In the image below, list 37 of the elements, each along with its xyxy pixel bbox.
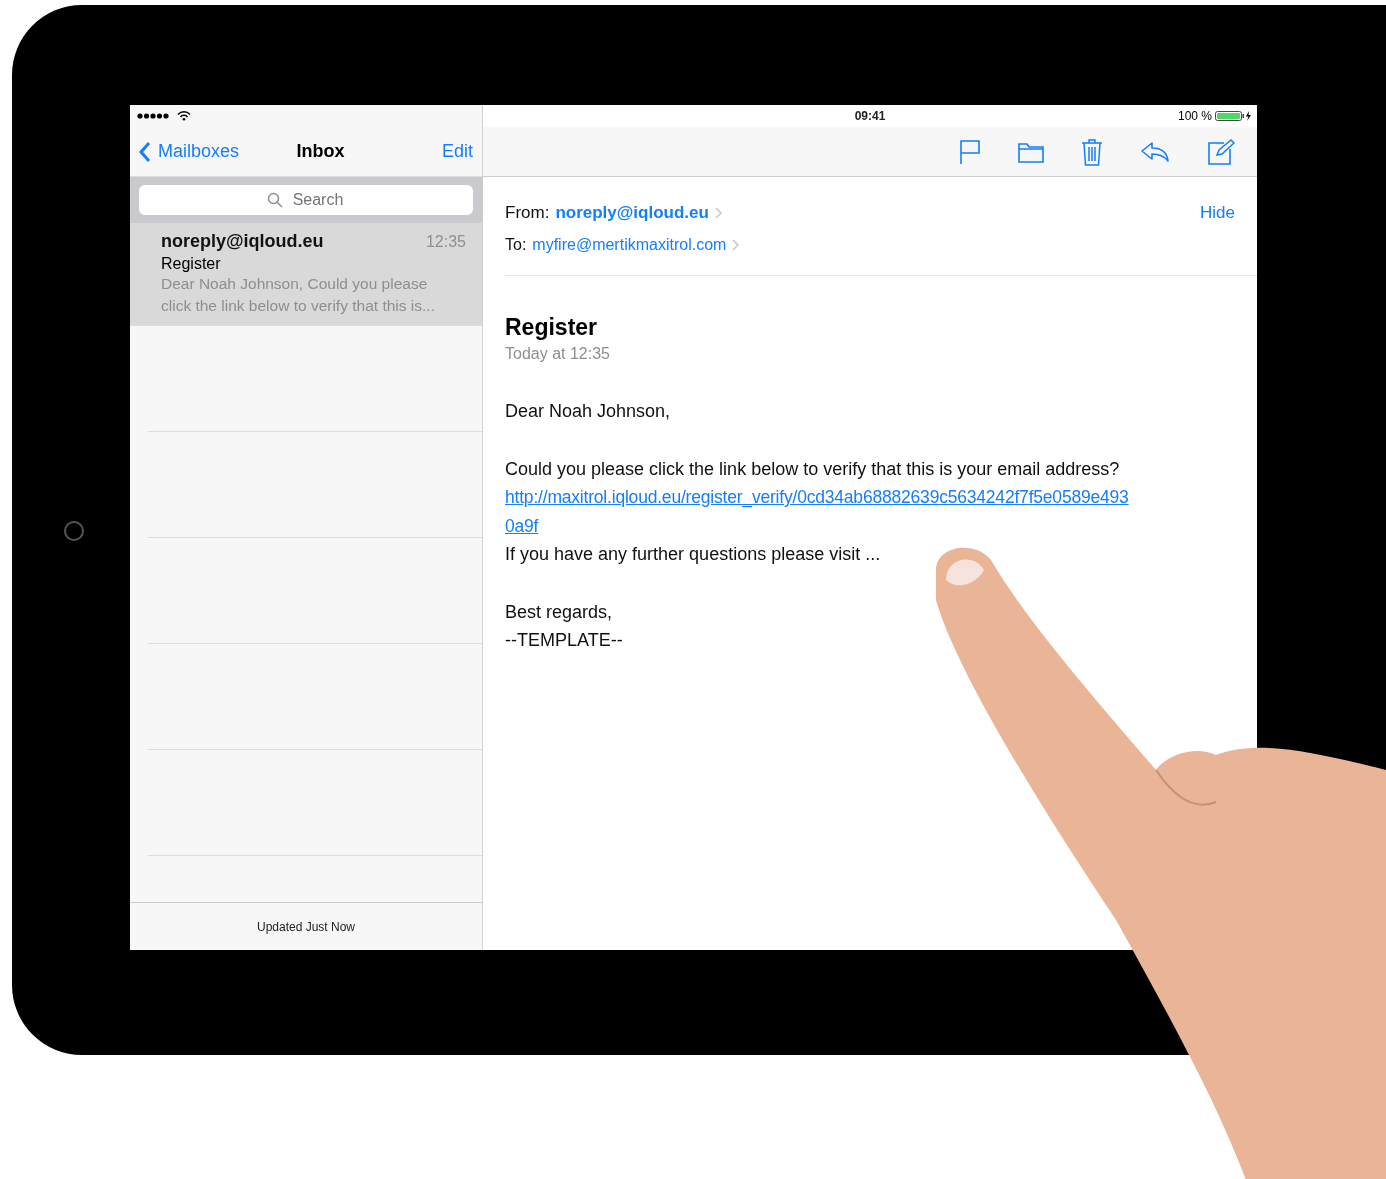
folder-icon[interactable] bbox=[1018, 140, 1044, 163]
message-preview: Dear Noah Johnson, Could you please click the link below to verify that this is... bbox=[161, 274, 436, 316]
body-text: --TEMPLATE-- bbox=[505, 629, 624, 652]
flag-icon[interactable] bbox=[959, 138, 981, 165]
body-text: Best regards, bbox=[505, 600, 614, 624]
edit-button[interactable]: Edit bbox=[441, 141, 473, 162]
home-button-icon bbox=[64, 521, 84, 541]
email-date: Today at 12:35 bbox=[505, 345, 611, 363]
inbox-title: Inbox bbox=[296, 141, 345, 162]
body-text: Could you please click the link below to verify that this is your email address? bbox=[505, 457, 1121, 481]
chevron-icon bbox=[732, 239, 741, 251]
reply-icon[interactable] bbox=[1140, 140, 1170, 163]
message-subject: Register bbox=[161, 255, 222, 273]
chevron-icon bbox=[714, 207, 723, 219]
verify-link[interactable]: 0a9f bbox=[505, 515, 539, 536]
body-text: If you have any further questions please visit ... bbox=[505, 543, 882, 566]
back-button[interactable]: Mailboxes bbox=[138, 140, 240, 163]
to-label: To: bbox=[505, 236, 527, 254]
message-time: 12:35 bbox=[425, 233, 466, 251]
hide-button[interactable]: Hide bbox=[1200, 203, 1235, 223]
recipient-link[interactable]: myfire@mertikmaxitrol.com bbox=[532, 236, 727, 254]
sender-link[interactable]: noreply@iqloud.eu bbox=[555, 203, 709, 223]
updated-status: Updated Just Now bbox=[256, 919, 356, 934]
search-field[interactable]: Search bbox=[139, 185, 473, 215]
message-list-item[interactable]: noreply@iqloud.eu 12:35 Register Dear Noah Johnson, Could you please click the link below to verify that this is... bbox=[130, 223, 482, 326]
status-time: 09:41 bbox=[854, 109, 886, 123]
trash-icon[interactable] bbox=[1081, 137, 1103, 166]
from-label: From: bbox=[505, 203, 550, 223]
search-icon bbox=[267, 192, 283, 208]
message-sender: noreply@iqloud.eu bbox=[161, 231, 324, 252]
battery-percent: 100 % bbox=[1177, 109, 1212, 123]
back-chevron-icon bbox=[138, 140, 152, 163]
verify-link[interactable]: http://maxitrol.iqloud.eu/register_verify/0cd34ab68882639c5634242f7f5e0589e493 bbox=[505, 487, 1129, 507]
body-text: Dear Noah Johnson, bbox=[505, 400, 672, 423]
battery-charging-icon bbox=[1215, 111, 1253, 121]
compose-icon[interactable] bbox=[1207, 138, 1235, 165]
email-subject: Register bbox=[505, 314, 599, 341]
